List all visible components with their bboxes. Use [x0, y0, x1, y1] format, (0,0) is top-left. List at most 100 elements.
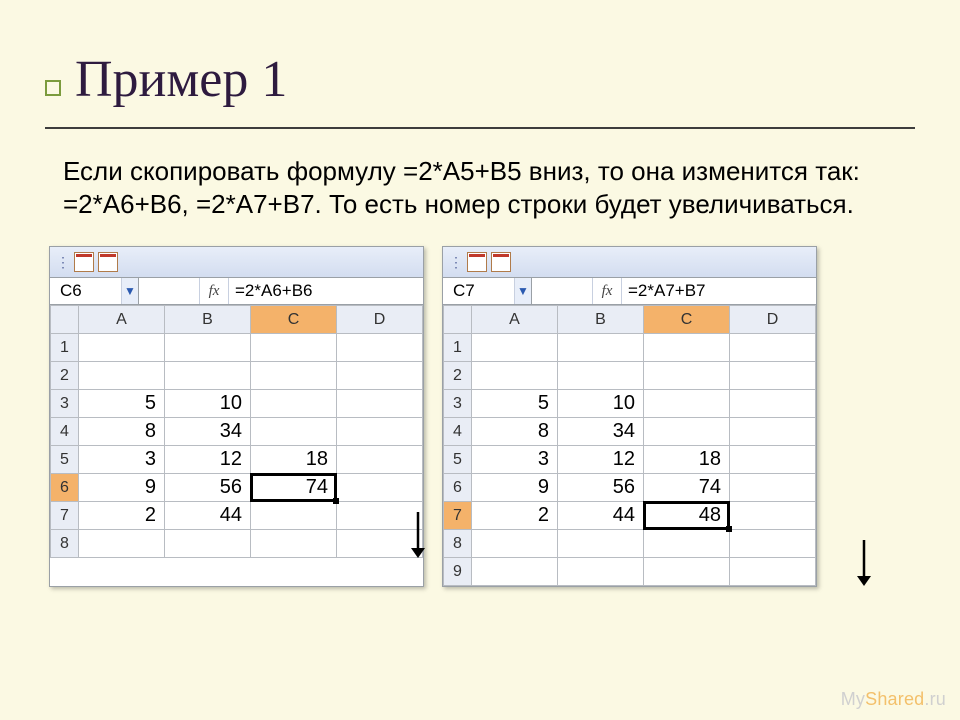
cell-A8[interactable] — [79, 530, 165, 558]
cell-B5[interactable]: 12 — [165, 446, 251, 474]
row-header-1[interactable]: 1 — [51, 334, 79, 362]
cell-A2[interactable] — [79, 362, 165, 390]
cell-B8[interactable] — [165, 530, 251, 558]
cell-C4[interactable] — [644, 418, 730, 446]
cell-B3[interactable]: 10 — [165, 390, 251, 418]
col-header-A[interactable]: A — [472, 306, 558, 334]
cell-C8[interactable] — [251, 530, 337, 558]
cell-C3[interactable] — [644, 390, 730, 418]
cell-B7[interactable]: 44 — [558, 502, 644, 530]
cell-D3[interactable] — [730, 390, 816, 418]
cell-A7[interactable]: 2 — [472, 502, 558, 530]
cell-A8[interactable] — [472, 530, 558, 558]
row-header-4[interactable]: 4 — [51, 418, 79, 446]
cell-C7[interactable] — [251, 502, 337, 530]
cell-C8[interactable] — [644, 530, 730, 558]
cell-B6[interactable]: 56 — [165, 474, 251, 502]
cell-B3[interactable]: 10 — [558, 390, 644, 418]
cell-A7[interactable]: 2 — [79, 502, 165, 530]
cell-C1[interactable] — [644, 334, 730, 362]
chevron-down-icon[interactable]: ▼ — [121, 278, 138, 304]
pdf-icon[interactable] — [74, 252, 94, 272]
cell-D5[interactable] — [337, 446, 423, 474]
col-header-A[interactable]: A — [79, 306, 165, 334]
row-header-6[interactable]: 6 — [51, 474, 79, 502]
col-header-B[interactable]: B — [165, 306, 251, 334]
cell-A4[interactable]: 8 — [472, 418, 558, 446]
chevron-down-icon[interactable]: ▼ — [514, 278, 531, 304]
row-header-6[interactable]: 6 — [444, 474, 472, 502]
name-box[interactable]: C7▼ — [443, 278, 532, 304]
cell-A3[interactable]: 5 — [472, 390, 558, 418]
row-header-2[interactable]: 2 — [444, 362, 472, 390]
pdf-icon[interactable] — [491, 252, 511, 272]
cell-C6[interactable]: 74 — [644, 474, 730, 502]
cell-D4[interactable] — [337, 418, 423, 446]
cell-A9[interactable] — [472, 558, 558, 586]
row-header-5[interactable]: 5 — [51, 446, 79, 474]
cell-B6[interactable]: 56 — [558, 474, 644, 502]
cell-B7[interactable]: 44 — [165, 502, 251, 530]
cell-grid[interactable]: ABCD123510483453121869567472444889 — [443, 305, 816, 586]
cell-A6[interactable]: 9 — [472, 474, 558, 502]
cell-C1[interactable] — [251, 334, 337, 362]
cell-B4[interactable]: 34 — [165, 418, 251, 446]
row-header-8[interactable]: 8 — [444, 530, 472, 558]
cell-A2[interactable] — [472, 362, 558, 390]
cell-A5[interactable]: 3 — [472, 446, 558, 474]
cell-A1[interactable] — [79, 334, 165, 362]
row-header-3[interactable]: 3 — [51, 390, 79, 418]
row-header-5[interactable]: 5 — [444, 446, 472, 474]
row-header-7[interactable]: 7 — [444, 502, 472, 530]
row-header-8[interactable]: 8 — [51, 530, 79, 558]
fx-icon[interactable]: fx — [200, 278, 229, 304]
col-header-C[interactable]: C — [644, 306, 730, 334]
cell-grid[interactable]: ABCD123510483453121869567472448 — [50, 305, 423, 558]
cell-C5[interactable]: 18 — [644, 446, 730, 474]
row-header-2[interactable]: 2 — [51, 362, 79, 390]
cell-C3[interactable] — [251, 390, 337, 418]
cell-B1[interactable] — [165, 334, 251, 362]
cell-D6[interactable] — [337, 474, 423, 502]
cell-B1[interactable] — [558, 334, 644, 362]
fx-icon[interactable]: fx — [593, 278, 622, 304]
formula-input[interactable]: =2*A7+B7 — [622, 278, 816, 304]
formula-input[interactable]: =2*A6+B6 — [229, 278, 423, 304]
row-header-1[interactable]: 1 — [444, 334, 472, 362]
cell-D4[interactable] — [730, 418, 816, 446]
cell-C4[interactable] — [251, 418, 337, 446]
cell-A1[interactable] — [472, 334, 558, 362]
col-header-D[interactable]: D — [730, 306, 816, 334]
cell-B8[interactable] — [558, 530, 644, 558]
cell-C2[interactable] — [644, 362, 730, 390]
pdf-icon[interactable] — [98, 252, 118, 272]
row-header-7[interactable]: 7 — [51, 502, 79, 530]
cell-C5[interactable]: 18 — [251, 446, 337, 474]
cell-C7[interactable]: 48 — [644, 502, 730, 530]
col-header-D[interactable]: D — [337, 306, 423, 334]
cell-A5[interactable]: 3 — [79, 446, 165, 474]
col-header-B[interactable]: B — [558, 306, 644, 334]
row-header-3[interactable]: 3 — [444, 390, 472, 418]
cell-D3[interactable] — [337, 390, 423, 418]
cell-D2[interactable] — [730, 362, 816, 390]
cell-A4[interactable]: 8 — [79, 418, 165, 446]
row-header-4[interactable]: 4 — [444, 418, 472, 446]
cell-B2[interactable] — [558, 362, 644, 390]
row-header-9[interactable]: 9 — [444, 558, 472, 586]
cell-D6[interactable] — [730, 474, 816, 502]
cell-C9[interactable] — [644, 558, 730, 586]
cell-D5[interactable] — [730, 446, 816, 474]
select-all-corner[interactable] — [444, 306, 472, 334]
name-box[interactable]: C6▼ — [50, 278, 139, 304]
col-header-C[interactable]: C — [251, 306, 337, 334]
cell-A3[interactable]: 5 — [79, 390, 165, 418]
pdf-icon[interactable] — [467, 252, 487, 272]
cell-D8[interactable] — [730, 530, 816, 558]
cell-D9[interactable] — [730, 558, 816, 586]
cell-C6[interactable]: 74 — [251, 474, 337, 502]
cell-B4[interactable]: 34 — [558, 418, 644, 446]
cell-D1[interactable] — [730, 334, 816, 362]
cell-C2[interactable] — [251, 362, 337, 390]
cell-D8[interactable] — [337, 530, 423, 558]
